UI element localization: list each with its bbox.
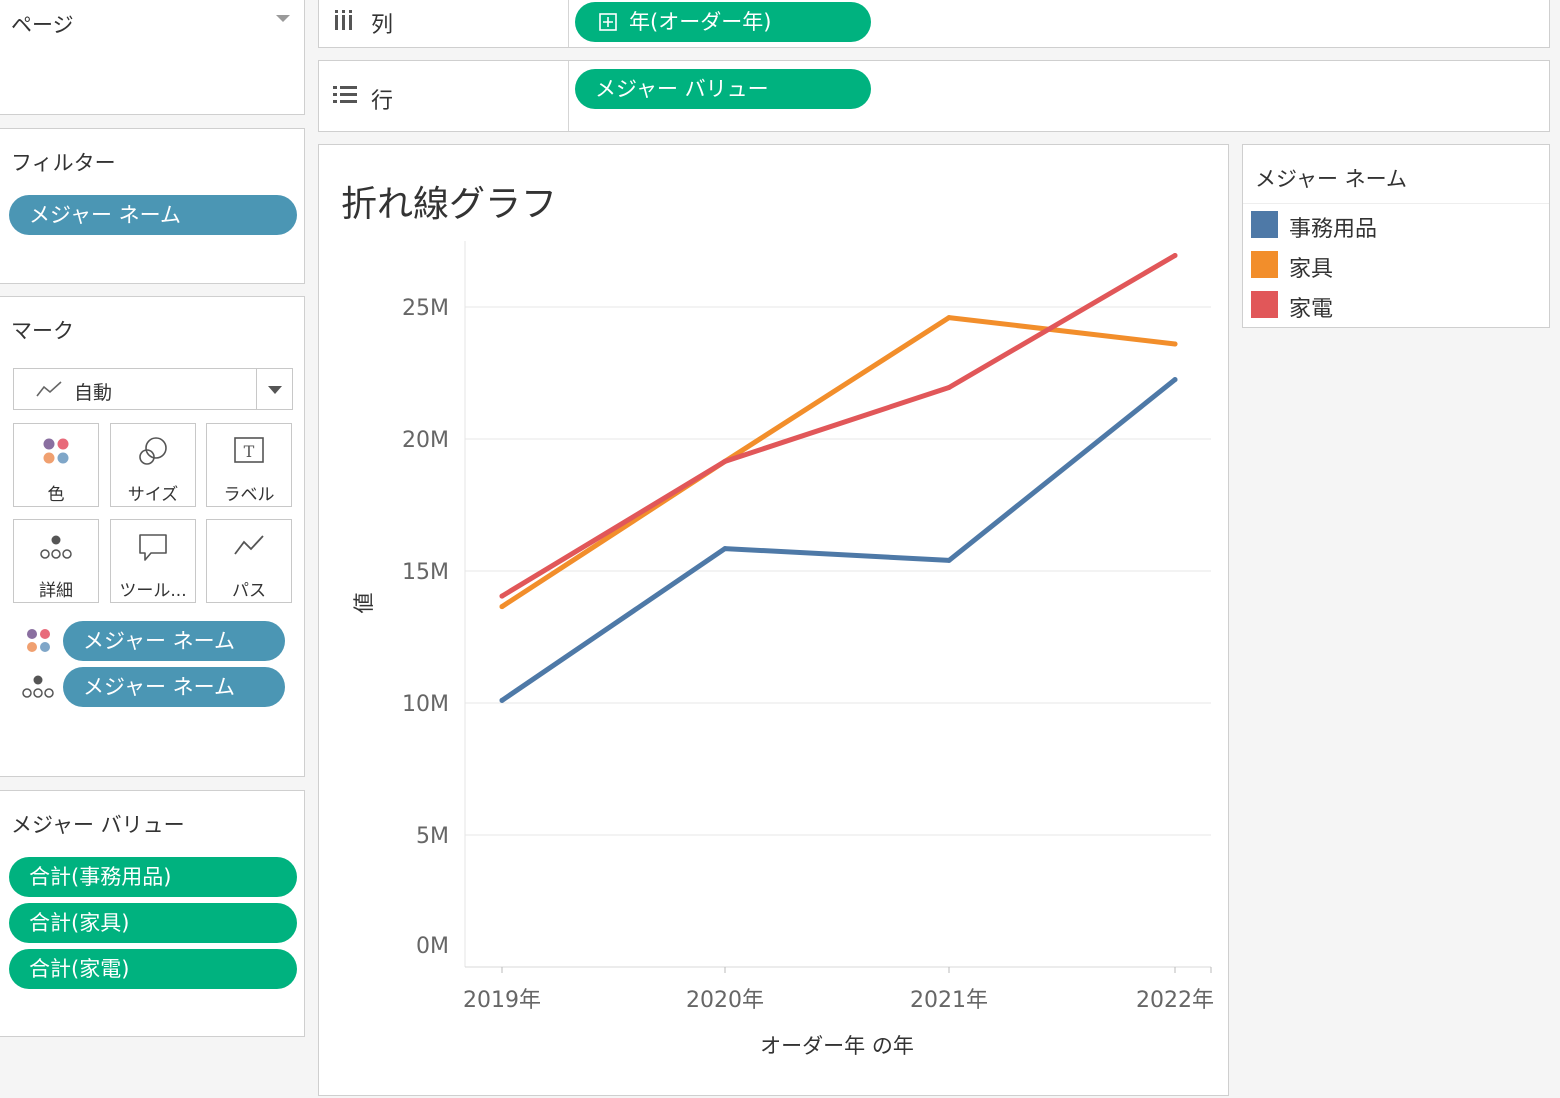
data-point [1172,377,1178,383]
size-circles-icon [139,437,167,465]
detail-mark-label: 詳細 [39,581,73,601]
pages-dropdown-icon[interactable] [276,15,290,22]
label-mark-button[interactable]: T ラベル [206,423,292,507]
data-point [946,315,952,321]
y-tick-label: 20M [402,428,449,453]
measure-pill-office[interactable]: 合計(事務用品) [9,857,297,897]
legend-label: 家電 [1289,297,1334,322]
pages-title: ページ [11,13,74,37]
legend-swatch [1251,211,1278,238]
measure-pill-furniture[interactable]: 合計(家具) [9,903,297,943]
filter-pill-measure-names[interactable]: メジャー ネーム [9,195,297,235]
data-point [499,593,505,599]
line-chart: 0M 5M 10M 15M 20M 25M 2019年 2020年 2021年 2022年 値 オ… [352,241,1214,1058]
legend-label: 家具 [1289,257,1334,282]
rows-shelf: 行 メジャー バリュー [318,60,1550,132]
detail-dots-icon [22,675,54,698]
measure-values-title: メジャー バリュー [11,813,185,837]
x-tick-label: 2020年 [686,988,764,1013]
legend-swatch [1251,251,1278,278]
path-mark-label: パス [232,581,266,601]
tooltip-mark-label: ツール... [119,581,187,601]
mark-type-dropdown[interactable]: 自動 [13,368,293,410]
color-dots-icon [27,629,50,652]
data-point [946,385,952,390]
detail-dots-icon [40,535,72,559]
color-dots-icon [43,438,69,464]
data-point [1172,253,1178,258]
text-label-icon: T [234,437,264,463]
x-tick-label: 2019年 [463,988,541,1013]
pages-card: ページ [0,0,305,115]
filters-title: フィルター [11,151,116,175]
mark-type-label: 自動 [74,382,113,404]
size-mark-button[interactable]: サイズ [110,423,196,507]
path-mark-button[interactable]: パス [206,519,292,603]
filters-card: フィルター メジャー ネーム [0,128,305,284]
measure-pill-appliances[interactable]: 合計(家電) [9,949,297,989]
legend-label: 事務用品 [1289,217,1378,242]
columns-shelf-label: 列 [371,13,394,38]
data-point [1172,341,1178,347]
svg-text:T: T [244,442,255,461]
chevron-down-icon [268,386,282,394]
legend-swatch [1251,291,1278,318]
chart-card: 折れ線グラフ 0M 5M 10M 15M 20M 25M 2019年 2020年 2021年 20… [318,144,1229,1096]
y-tick-label: 0M [416,934,449,959]
x-axis-title: オーダー年 の年 [760,1034,914,1058]
y-tick-label: 25M [402,296,449,321]
y-tick-label: 15M [402,560,449,585]
legend-card: メジャー ネーム 事務用品 家具 家電 [1242,144,1550,328]
rows-shelf-label: 行 [371,89,394,114]
y-tick-label: 10M [402,692,449,717]
legend-title: メジャー ネーム [1255,167,1407,191]
expand-plus-icon[interactable] [599,13,617,31]
data-point [946,557,952,563]
detail-encoding-pill[interactable]: メジャー ネーム [63,667,285,707]
detail-mark-button[interactable]: 詳細 [13,519,99,603]
color-encoding-pill[interactable]: メジャー ネーム [63,621,285,661]
label-mark-label: ラベル [223,485,275,505]
data-point [499,697,505,703]
x-tick-label: 2021年 [910,988,988,1013]
x-tick-label: 2022年 [1136,988,1214,1013]
tooltip-mark-button[interactable]: ツール... [110,519,196,603]
rows-icon [333,86,357,103]
tooltip-bubble-icon [139,534,167,561]
path-line-icon [234,535,264,555]
measure-values-card: メジャー バリュー 合計(事務用品) 合計(家具) 合計(家電) [0,790,305,1037]
size-mark-label: サイズ [127,485,179,505]
columns-pill-label: 年(オーダー年) [629,10,772,34]
y-tick-label: 5M [416,824,449,849]
rows-pill[interactable]: メジャー バリュー [575,69,871,109]
data-point [499,604,505,610]
marks-card: マーク 自動 色 サイズ T ラベル 詳細 ツール... パス メジャー ネーム… [0,296,305,777]
y-axis-title: 値 [352,593,376,614]
data-point [722,546,728,552]
columns-pill[interactable]: 年(オーダー年) [575,2,871,42]
line-mark-icon [36,381,62,397]
color-mark-button[interactable]: 色 [13,423,99,507]
data-point [722,458,728,464]
color-mark-label: 色 [47,485,65,505]
marks-title: マーク [11,319,74,343]
columns-shelf: 列 年(オーダー年) [318,0,1550,48]
columns-icon [335,10,352,30]
